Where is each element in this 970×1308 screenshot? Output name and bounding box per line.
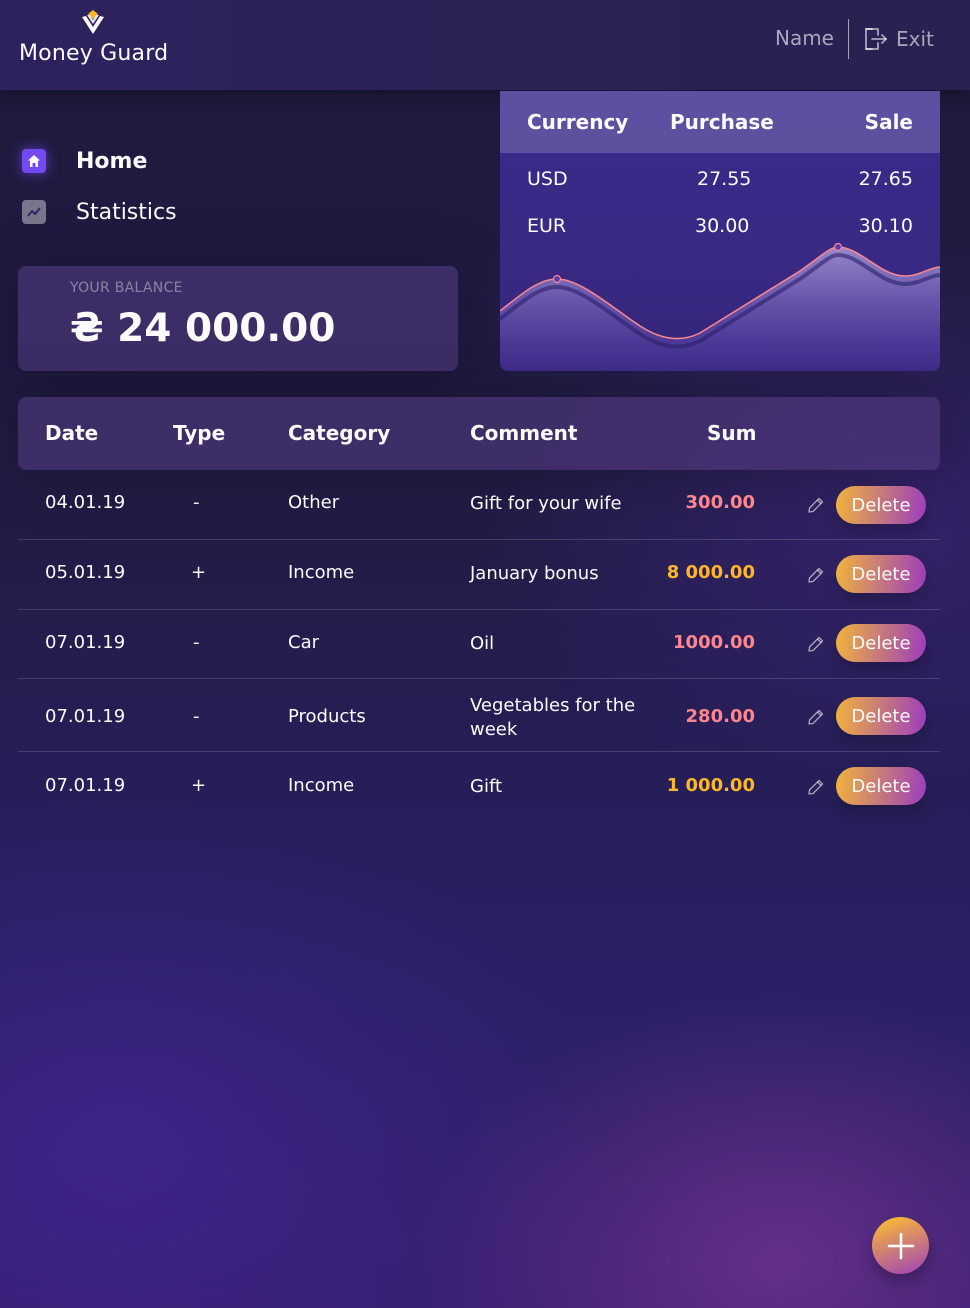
- row-sum: 1 000.00: [666, 775, 755, 796]
- row-category: Income: [288, 562, 355, 583]
- edit-pencil-icon[interactable]: [807, 566, 825, 584]
- sale-rate: 27.65: [858, 168, 913, 190]
- delete-button[interactable]: Delete: [836, 486, 926, 524]
- delete-button[interactable]: Delete: [836, 624, 926, 662]
- row-date: 07.01.19: [45, 775, 126, 796]
- app-logo[interactable]: Money Guard: [19, 8, 179, 72]
- table-row: 07.01.19 + Income Gift 1 000.00 Delete: [18, 752, 940, 820]
- edit-pencil-icon[interactable]: [807, 708, 825, 726]
- exit-button[interactable]: Exit: [862, 24, 934, 54]
- row-sum: 280.00: [685, 706, 755, 727]
- row-category: Products: [288, 706, 366, 727]
- row-category: Income: [288, 775, 355, 796]
- row-date: 07.01.19: [45, 706, 126, 727]
- currency-wave-decoration: [500, 242, 940, 371]
- delete-button[interactable]: Delete: [836, 555, 926, 593]
- plus-icon: [887, 1232, 914, 1259]
- table-row: 04.01.19 - Other Gift for your wife 300.…: [18, 470, 940, 540]
- currency-card: Currency Purchase Sale USD 27.55 27.65 E…: [500, 91, 940, 371]
- purchase-header: Purchase: [670, 110, 774, 134]
- column-type: Type: [173, 421, 226, 445]
- currency-header: Currency: [527, 110, 629, 134]
- row-type: +: [191, 562, 207, 583]
- row-date: 07.01.19: [45, 632, 126, 653]
- edit-pencil-icon[interactable]: [807, 635, 825, 653]
- row-sum: 1000.00: [673, 632, 755, 653]
- edit-pencil-icon[interactable]: [807, 778, 825, 796]
- delete-button[interactable]: Delete: [836, 697, 926, 735]
- home-icon: [22, 149, 46, 173]
- purchase-rate: 27.55: [697, 168, 752, 190]
- currency-code: USD: [527, 168, 568, 190]
- row-sum: 300.00: [685, 492, 755, 513]
- row-date: 05.01.19: [45, 562, 126, 583]
- nav-label-statistics: Statistics: [76, 199, 177, 225]
- transactions-table-header: Date Type Category Comment Sum: [18, 397, 940, 470]
- nav-item-statistics[interactable]: Statistics: [22, 197, 422, 227]
- table-row: 05.01.19 + Income January bonus 8 000.00…: [18, 540, 940, 610]
- sidebar-nav: Home Statistics: [22, 146, 422, 248]
- currency-table-header: Currency Purchase Sale: [500, 91, 940, 153]
- row-category: Car: [288, 632, 319, 653]
- column-comment: Comment: [470, 421, 578, 445]
- table-row: 07.01.19 - Products Vegetables for the w…: [18, 679, 940, 752]
- sale-header: Sale: [864, 110, 913, 134]
- row-category: Other: [288, 492, 340, 513]
- row-sum: 8 000.00: [666, 562, 755, 583]
- delete-button[interactable]: Delete: [836, 767, 926, 805]
- nav-item-home[interactable]: Home: [22, 146, 422, 176]
- exit-label: Exit: [896, 27, 934, 51]
- row-type: -: [193, 632, 200, 653]
- balance-card: Your balance ₴ 24 000.00: [18, 266, 458, 371]
- column-category: Category: [288, 421, 391, 445]
- nav-label-home: Home: [76, 148, 148, 174]
- column-sum: Sum: [707, 421, 757, 445]
- table-row: 07.01.19 - Car Oil 1000.00 Delete: [18, 610, 940, 679]
- row-type: +: [191, 775, 207, 796]
- user-name: Name: [774, 26, 834, 50]
- money-guard-logo-icon: [82, 10, 104, 34]
- row-type: -: [193, 706, 200, 727]
- exit-icon: [865, 28, 887, 50]
- header-divider: [848, 19, 849, 59]
- edit-pencil-icon[interactable]: [807, 496, 825, 514]
- row-date: 04.01.19: [45, 492, 126, 513]
- app-name: Money Guard: [19, 41, 169, 66]
- app-header: Money Guard Name Exit: [0, 0, 970, 90]
- statistics-icon: [22, 200, 46, 224]
- add-transaction-button[interactable]: [872, 1217, 929, 1274]
- balance-value: ₴ 24 000.00: [70, 306, 336, 351]
- column-date: Date: [45, 421, 99, 445]
- row-type: -: [193, 492, 200, 513]
- balance-label: Your balance: [70, 280, 183, 296]
